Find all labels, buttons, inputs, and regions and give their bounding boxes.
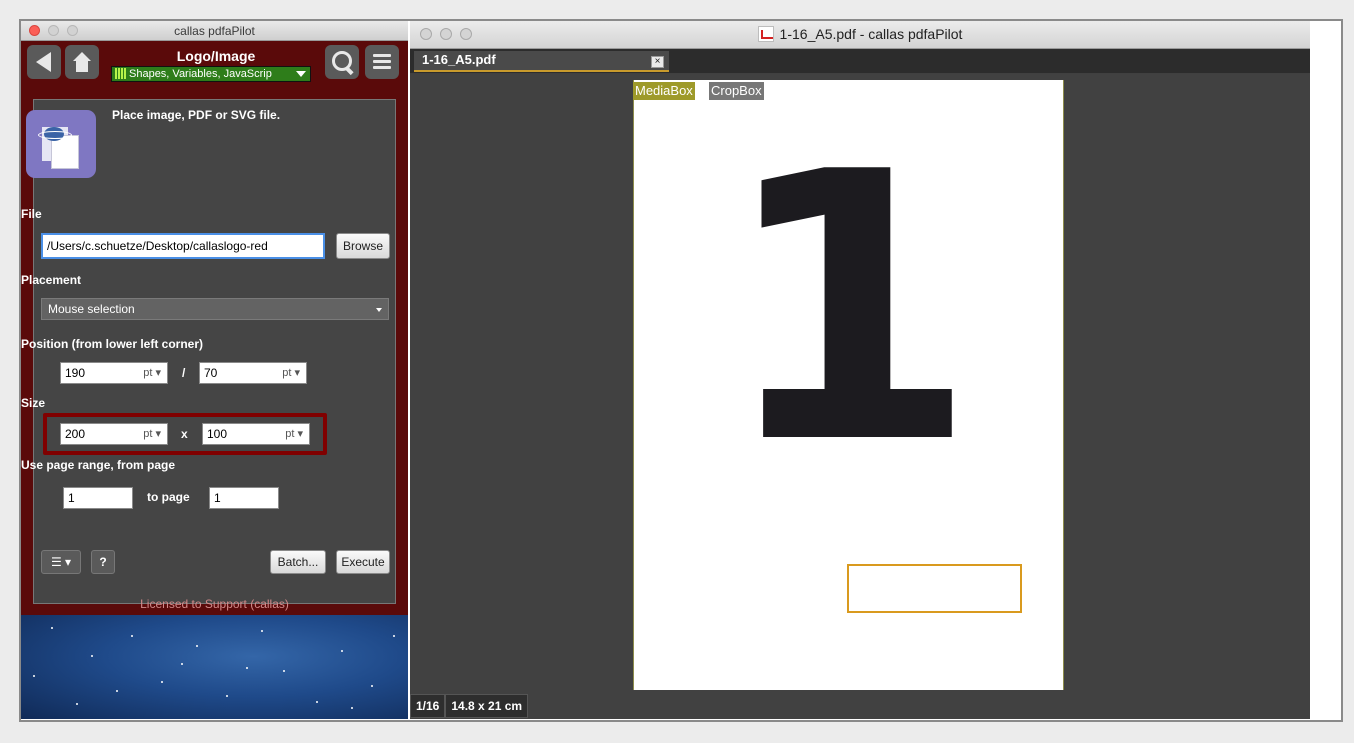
tab-bar: 1-16_A5.pdf xyxy=(410,49,1310,73)
document-title: 1-16_A5.pdf - callas pdfaPilot xyxy=(410,26,1310,42)
starfield-background xyxy=(21,615,408,719)
position-x-unit[interactable]: pt ▾ xyxy=(143,363,161,383)
category-label: Shapes, Variables, JavaScrip xyxy=(129,68,272,80)
chevron-down-icon xyxy=(376,308,382,312)
chevron-down-icon xyxy=(296,71,306,77)
page-range-label: Use page range, from page xyxy=(21,458,176,472)
back-button[interactable] xyxy=(27,45,61,79)
search-button[interactable] xyxy=(325,45,359,79)
panel-title: callas pdfaPilot xyxy=(174,24,255,38)
position-x-value: 190 xyxy=(65,366,86,380)
file-path-input[interactable]: /Users/c.schuetze/Desktop/callaslogo-red xyxy=(41,233,325,259)
document-title-text: 1-16_A5.pdf - callas pdfaPilot xyxy=(779,26,963,42)
position-label: Position (from lower left corner) xyxy=(21,337,204,351)
size-width-value: 200 xyxy=(65,427,86,441)
from-page-field[interactable]: 1 xyxy=(63,487,133,509)
placement-value: Mouse selection xyxy=(48,302,135,316)
position-y-unit[interactable]: pt ▾ xyxy=(282,363,300,383)
page-number-graphic: 1 xyxy=(719,95,978,525)
hamburger-icon xyxy=(373,54,391,57)
size-height-unit[interactable]: pt ▾ xyxy=(285,424,303,444)
module-description: Place image, PDF or SVG file. xyxy=(112,108,281,122)
placement-label: Placement xyxy=(21,273,82,287)
position-y-field[interactable]: 70 pt ▾ xyxy=(199,362,307,384)
status-bar: 1/16 14.8 x 21 cm xyxy=(410,694,529,718)
position-y-value: 70 xyxy=(204,366,218,380)
page-indicator[interactable]: 1/16 xyxy=(410,694,446,718)
size-label: Size xyxy=(21,396,46,410)
placement-select[interactable]: Mouse selection xyxy=(41,298,389,320)
unit-label: pt xyxy=(285,428,295,440)
page-size-indicator: 14.8 x 21 cm xyxy=(445,694,529,718)
list-menu-icon: ☰ xyxy=(50,555,62,569)
size-width-unit[interactable]: pt ▾ xyxy=(143,424,161,444)
mediabox-tag[interactable]: MediaBox xyxy=(633,82,695,100)
to-page-label: to page xyxy=(147,490,190,504)
hamburger-line xyxy=(373,66,391,69)
unit-label: pt xyxy=(282,367,292,379)
document-titlebar: 1-16_A5.pdf - callas pdfaPilot xyxy=(410,21,1310,49)
size-height-value: 100 xyxy=(207,427,228,441)
tab-document[interactable]: 1-16_A5.pdf xyxy=(414,51,669,72)
hamburger-line xyxy=(373,60,391,63)
menu-button[interactable] xyxy=(365,45,399,79)
options-menu-button[interactable]: ☰ ▾ xyxy=(41,550,81,574)
placement-selection-rectangle[interactable] xyxy=(847,564,1022,613)
category-bars-icon xyxy=(115,68,127,79)
file-label: File xyxy=(21,207,42,221)
browse-button[interactable]: Browse xyxy=(336,233,390,259)
module-title: Logo/Image xyxy=(176,48,256,64)
unit-label: pt xyxy=(143,367,153,379)
to-page-field[interactable]: 1 xyxy=(209,487,279,509)
panel-titlebar: callas pdfaPilot xyxy=(21,21,408,41)
unit-label: pt xyxy=(143,428,153,440)
help-button[interactable]: ? xyxy=(91,550,115,574)
pdf-file-icon xyxy=(757,26,774,42)
size-width-field[interactable]: 200 pt ▾ xyxy=(60,423,168,445)
search-handle-icon xyxy=(344,65,354,76)
size-height-field[interactable]: 100 pt ▾ xyxy=(202,423,310,445)
position-x-field[interactable]: 190 pt ▾ xyxy=(60,362,168,384)
home-icon xyxy=(73,52,91,72)
execute-button[interactable]: Execute xyxy=(336,550,390,574)
batch-button[interactable]: Batch... xyxy=(270,550,326,574)
license-text: Licensed to Support (callas) xyxy=(140,597,289,611)
size-separator: x xyxy=(181,427,188,441)
position-separator: / xyxy=(182,366,186,380)
logo-image-module-icon xyxy=(26,110,96,178)
home-button[interactable] xyxy=(65,45,99,79)
category-dropdown[interactable]: Shapes, Variables, JavaScrip xyxy=(111,66,311,82)
tab-close-icon[interactable]: × xyxy=(651,56,664,68)
